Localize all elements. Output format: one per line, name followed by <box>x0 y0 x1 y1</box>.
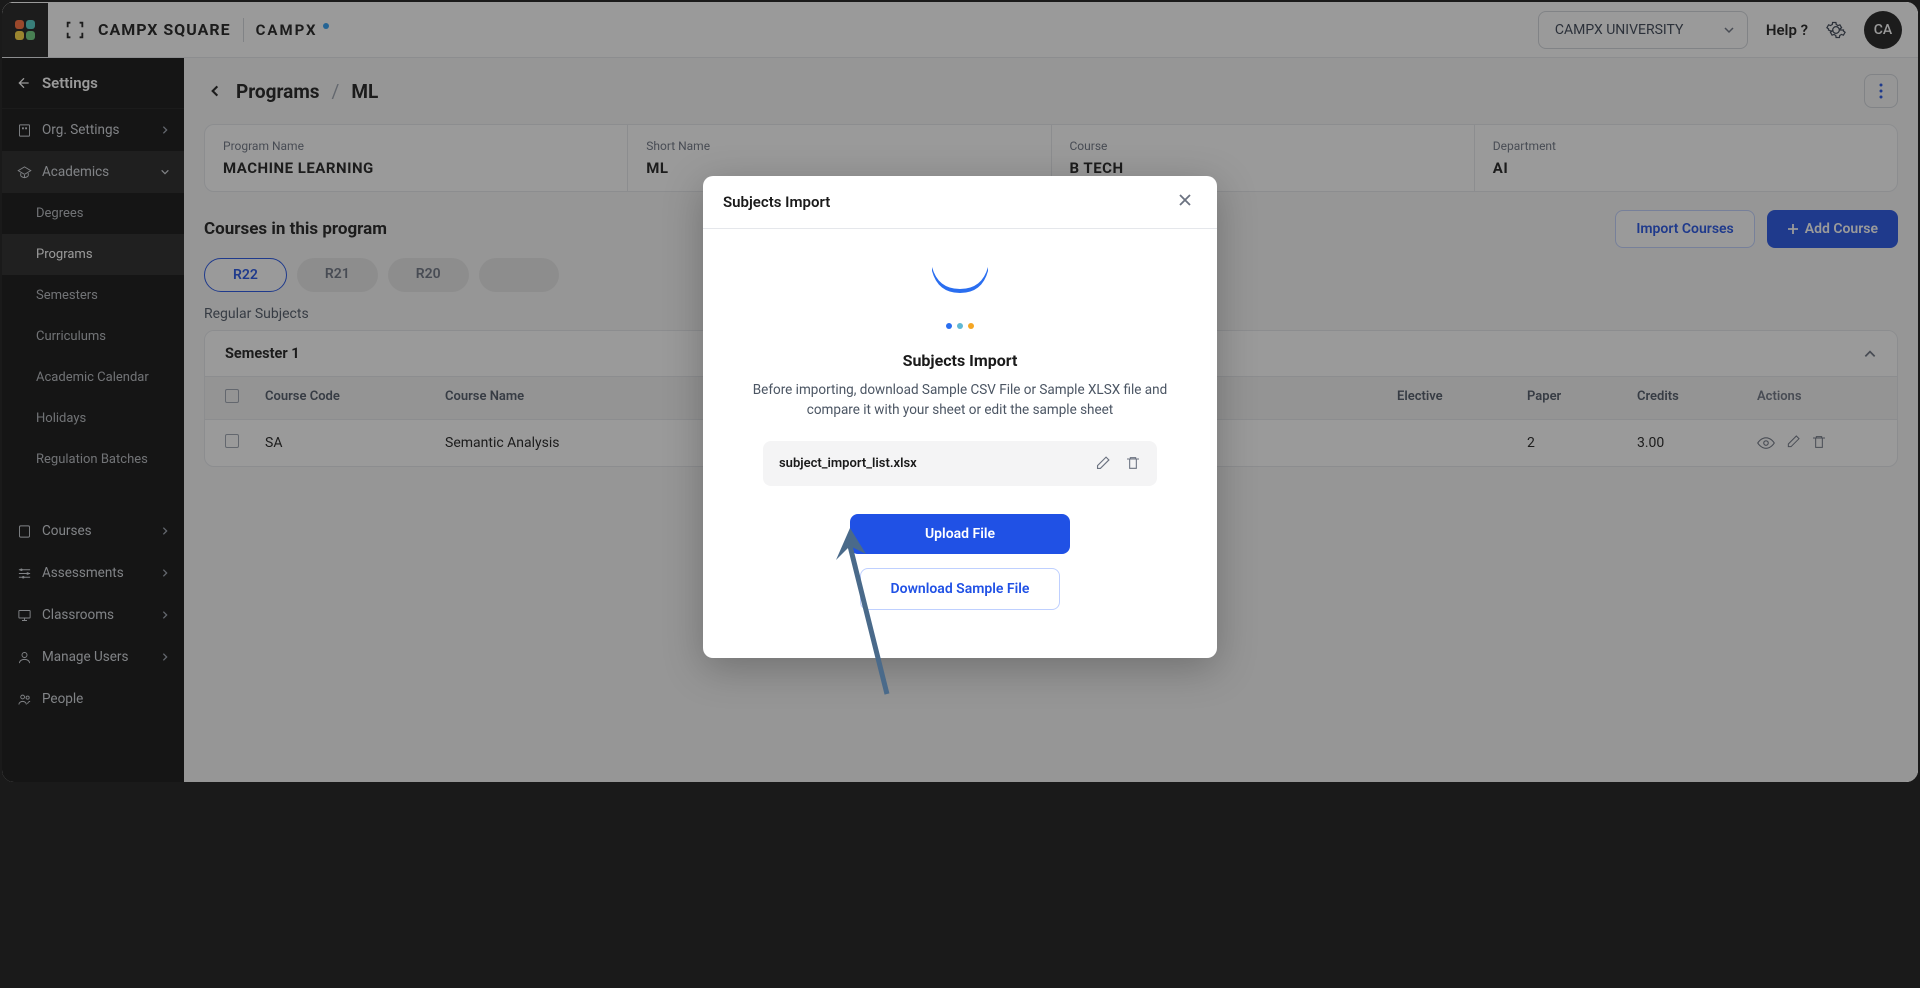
modal-dots <box>733 323 1187 329</box>
modal-overlay[interactable]: Subjects Import Subjects Import Before i… <box>2 2 1918 782</box>
modal-title: Subjects Import <box>723 193 830 211</box>
download-sample-button[interactable]: Download Sample File <box>860 568 1060 610</box>
edit-file-icon[interactable] <box>1094 455 1111 472</box>
delete-file-icon[interactable] <box>1125 455 1141 471</box>
file-name: subject_import_list.xlsx <box>779 456 917 471</box>
subjects-import-modal: Subjects Import Subjects Import Before i… <box>703 176 1217 658</box>
modal-heading: Subjects Import <box>733 351 1187 370</box>
close-icon <box>1177 192 1193 208</box>
upload-file-button[interactable]: Upload File <box>850 514 1070 554</box>
modal-description: Before importing, download Sample CSV Fi… <box>747 380 1173 421</box>
modal-close-button[interactable] <box>1177 192 1197 212</box>
import-illustration-icon <box>928 267 992 309</box>
file-row: subject_import_list.xlsx <box>763 441 1157 486</box>
